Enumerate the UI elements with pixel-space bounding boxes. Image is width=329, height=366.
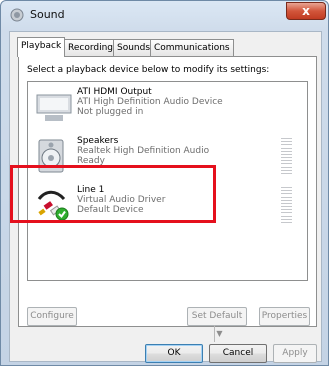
speaker-icon [10,8,24,22]
apply-button[interactable]: Apply [273,344,317,363]
device-status: Not plugged in [77,107,144,117]
instruction-text: Select a playback device below to modify… [27,65,270,75]
cancel-button[interactable]: Cancel [209,344,267,363]
title-bar[interactable]: Sound x [1,1,329,29]
tab-recording[interactable]: Recording [64,39,118,56]
set-default-button[interactable]: Set Default ▼ [187,307,247,342]
device-name: Speakers [77,136,119,146]
volume-meter [281,187,292,223]
monitor-icon [36,94,72,121]
list-item[interactable]: ATI HDMI Output ATI High Definition Audi… [28,85,307,133]
set-default-label: Set Default [191,311,243,321]
configure-button[interactable]: Configure [27,307,77,326]
tab-sounds[interactable]: Sounds [113,39,155,56]
window-title: Sound [30,8,65,21]
close-button[interactable]: x [286,2,326,20]
tab-playback[interactable]: Playback [17,37,66,57]
close-icon: x [302,4,310,18]
device-name: ATI HDMI Output [77,87,152,97]
ok-button[interactable]: OK [145,344,203,363]
tab-communications[interactable]: Communications [150,39,234,56]
properties-button[interactable]: Properties [259,307,310,326]
device-driver: Realtek High Definition Audio [77,146,210,156]
highlight-box [10,165,216,223]
device-driver: ATI High Definition Audio Device [77,97,223,107]
volume-meter [281,138,292,174]
chevron-down-icon: ▼ [214,325,224,342]
